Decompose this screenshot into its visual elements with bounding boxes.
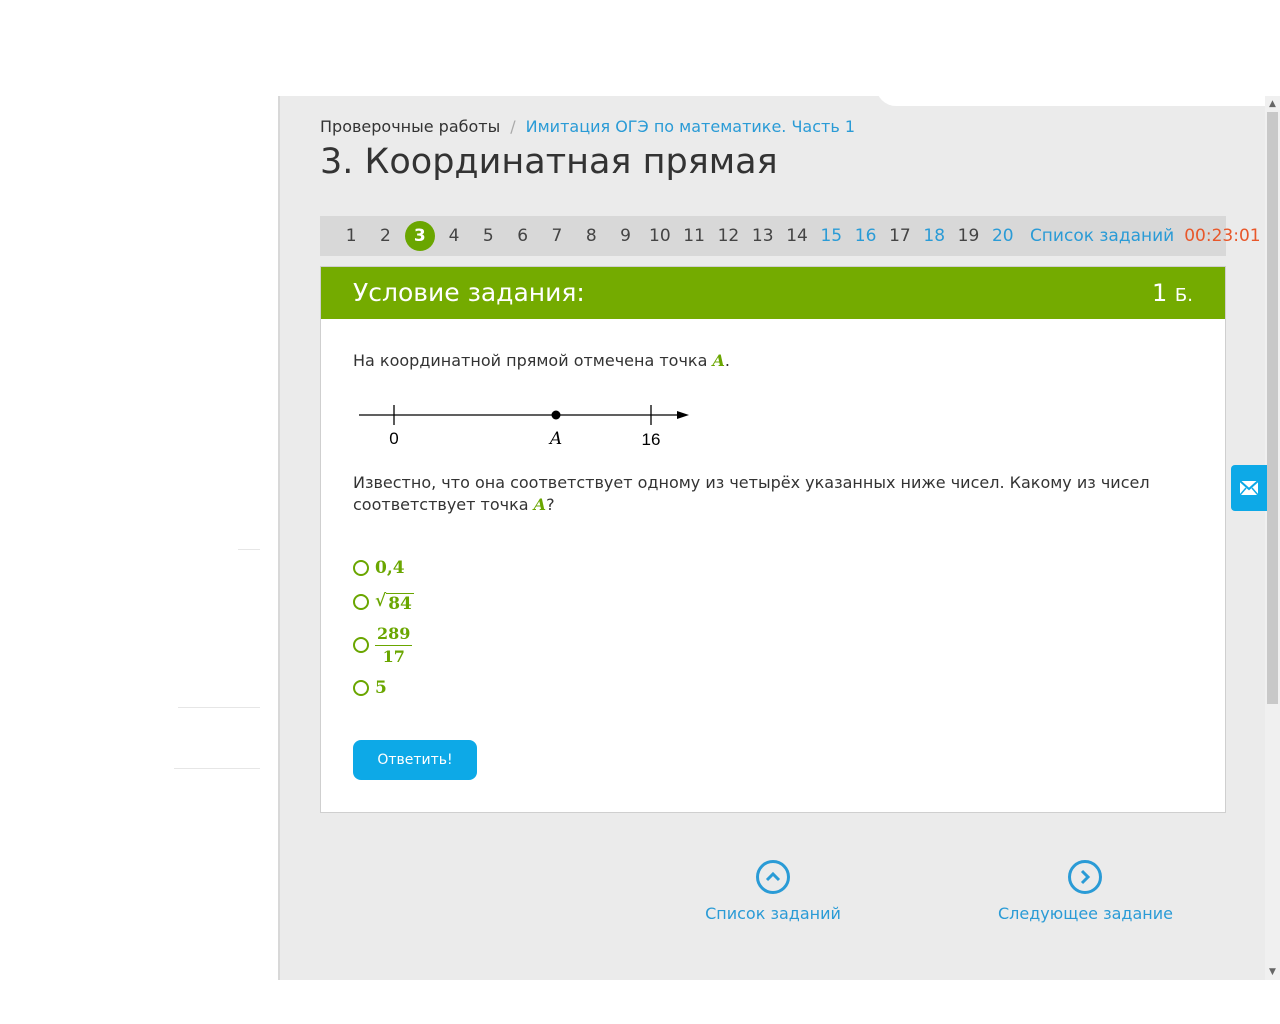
label-sixteen: 16	[642, 430, 661, 449]
task-points: 1 Б.	[1152, 279, 1193, 307]
task-nav-item[interactable]: 12	[711, 226, 745, 246]
breadcrumb-home[interactable]: Проверочные работы	[320, 117, 500, 136]
breadcrumb: Проверочные работы / Имитация ОГЭ по матем…	[320, 117, 855, 136]
submit-answer-button[interactable]: Ответить!	[353, 740, 477, 780]
task-list-link[interactable]: Список заданий	[1030, 226, 1174, 246]
top-white-shape	[876, 82, 1280, 106]
task-card: Условие задания: 1 Б. На координатной пр…	[320, 266, 1226, 813]
scroll-down-icon[interactable]: ▼	[1265, 964, 1280, 980]
question-intro: На координатной прямой отмечена точка A.	[353, 351, 730, 370]
task-nav-item[interactable]: 5	[471, 226, 505, 246]
point-a-dot	[551, 410, 561, 420]
sqrt-icon: √	[375, 590, 387, 611]
next-task-button[interactable]: Следующее задание	[998, 860, 1173, 923]
task-nav-item[interactable]: 2	[368, 226, 402, 246]
option-value: 5	[375, 678, 387, 698]
chevron-up-icon	[756, 860, 790, 894]
task-nav-item[interactable]: 1	[334, 226, 368, 246]
breadcrumb-current-link[interactable]: Имитация ОГЭ по математике. Часть 1	[526, 117, 855, 136]
task-nav-item[interactable]: 14	[780, 226, 814, 246]
task-nav-item[interactable]: 17	[883, 226, 917, 246]
task-nav-item-current[interactable]: 3	[403, 221, 437, 251]
timer: 00:23:01	[1184, 226, 1261, 246]
answer-option[interactable]: 5	[353, 671, 414, 705]
next-task-label: Следующее задание	[998, 904, 1173, 923]
margin-line	[178, 707, 260, 708]
page-bottom-margin	[0, 980, 1280, 1024]
answer-options: 0,4 √ 84 289 17 5	[353, 551, 414, 705]
breadcrumb-separator: /	[510, 117, 516, 136]
answer-option[interactable]: 0,4	[353, 551, 414, 585]
chevron-right-icon	[1068, 860, 1102, 894]
task-nav-item[interactable]: 10	[643, 226, 677, 246]
radio-button[interactable]	[353, 680, 369, 696]
scrollbar-thumb[interactable]	[1267, 112, 1278, 704]
option-value: 0,4	[375, 558, 405, 578]
answer-option[interactable]: 289 17	[353, 619, 414, 671]
task-nav-item[interactable]: 11	[677, 226, 711, 246]
task-navigation: 1 2 3 4 5 6 7 8 9 10 11 12 13 14 15 16 1…	[320, 216, 1261, 256]
task-nav-item-done[interactable]: 16	[848, 226, 882, 246]
feedback-button[interactable]	[1231, 465, 1267, 511]
point-name: A	[533, 495, 547, 514]
answer-option[interactable]: √ 84	[353, 585, 414, 619]
task-list-nav-label: Список заданий	[705, 904, 841, 923]
radio-button[interactable]	[353, 637, 369, 653]
task-nav-item[interactable]: 9	[608, 226, 642, 246]
number-line-arrow-icon	[677, 411, 689, 419]
task-nav-item[interactable]: 13	[746, 226, 780, 246]
point-name: A	[712, 351, 725, 370]
radio-button[interactable]	[353, 560, 369, 576]
task-nav-item[interactable]: 8	[574, 226, 608, 246]
label-zero: 0	[389, 429, 398, 448]
question-body: Известно, что она соответствует одному и…	[353, 473, 1150, 514]
task-card-header: Условие задания: 1 Б.	[321, 267, 1225, 319]
task-nav-item[interactable]: 6	[505, 226, 539, 246]
option-value-sqrt: √ 84	[375, 591, 414, 614]
task-nav-item[interactable]: 4	[437, 226, 471, 246]
margin-line	[238, 549, 260, 550]
fraction-numerator: 289	[375, 624, 413, 646]
task-nav-item-done[interactable]: 15	[814, 226, 848, 246]
points-value: 1	[1152, 279, 1168, 307]
radio-button[interactable]	[353, 594, 369, 610]
fraction-denominator: 17	[382, 646, 405, 666]
task-nav-item[interactable]: 19	[951, 226, 985, 246]
option-value-fraction: 289 17	[375, 624, 413, 666]
page-title: 3. Координатная прямая	[320, 142, 778, 182]
task-nav-item-done[interactable]: 20	[986, 226, 1020, 246]
task-nav-item[interactable]: 7	[540, 226, 574, 246]
label-point-a: A	[548, 429, 562, 449]
number-line-figure: 0 A 16	[359, 405, 689, 449]
margin-line	[174, 768, 260, 769]
sqrt-radicand: 84	[386, 592, 414, 614]
points-unit: Б.	[1174, 285, 1193, 306]
envelope-icon	[1239, 480, 1259, 496]
scroll-up-icon[interactable]: ▲	[1265, 96, 1280, 112]
task-nav-item-done[interactable]: 18	[917, 226, 951, 246]
task-condition-title: Условие задания:	[353, 278, 585, 307]
task-list-nav-button[interactable]: Список заданий	[700, 860, 846, 923]
